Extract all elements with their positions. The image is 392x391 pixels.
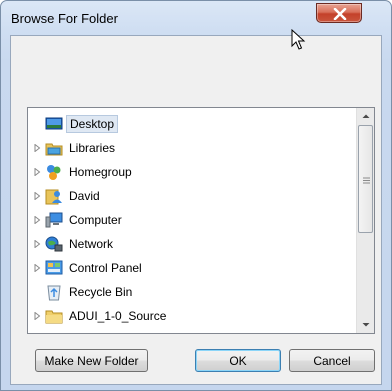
ok-button[interactable]: OK (195, 349, 281, 372)
tree-item-computer[interactable]: Computer (28, 208, 354, 232)
scroll-up-button[interactable] (357, 108, 374, 125)
cancel-button[interactable]: Cancel (289, 349, 375, 372)
expand-arrow-icon[interactable] (34, 264, 41, 272)
vertical-scrollbar[interactable] (356, 108, 374, 333)
mouse-cursor-icon (291, 29, 306, 50)
tree-item-recycle-bin[interactable]: Recycle Bin (28, 280, 354, 304)
expand-arrow-icon[interactable] (34, 168, 41, 176)
expand-arrow-icon[interactable] (34, 240, 41, 248)
make-new-folder-button[interactable]: Make New Folder (35, 349, 148, 372)
expand-arrow-icon[interactable] (34, 192, 41, 200)
tree-item-label: ADUI_1-0_Source (69, 309, 167, 323)
tree-item-desktop[interactable]: Desktop (28, 112, 354, 136)
tree-item-label: Network (69, 237, 114, 251)
tree-item-libraries[interactable]: Libraries (28, 136, 354, 160)
dialog-title: Browse For Folder (11, 11, 118, 26)
tree-item-label: Control Panel (69, 261, 142, 275)
tree-item-network[interactable]: Network (28, 232, 354, 256)
arrow-down-icon (362, 323, 370, 327)
tree-item-david[interactable]: David (28, 184, 354, 208)
expand-arrow-icon[interactable] (34, 144, 41, 152)
tree-item-label: David (69, 189, 100, 203)
tree-item-homegroup[interactable]: Homegroup (28, 160, 354, 184)
grip-icon (363, 177, 370, 184)
desktop-icon (45, 117, 63, 130)
tree-item-label: Desktop (66, 115, 119, 133)
computer-icon (45, 212, 63, 228)
title-bar[interactable]: Browse For Folder (1, 1, 391, 35)
homegroup-icon (47, 165, 61, 180)
folder-tree[interactable]: Desktop Libraries Homegroup David Comput… (27, 107, 375, 334)
browse-for-folder-dialog: Browse For Folder Desktop Libraries Home… (0, 0, 392, 391)
scroll-down-button[interactable] (357, 316, 374, 333)
folder-icon (45, 310, 63, 324)
tree-item-label: Recycle Bin (69, 285, 133, 299)
tree-item-label: Homegroup (69, 165, 132, 179)
control-panel-icon (45, 260, 63, 275)
close-icon (333, 8, 347, 20)
scroll-thumb[interactable] (358, 125, 373, 233)
arrow-up-icon (362, 114, 370, 118)
tree-item-label: Libraries (69, 141, 116, 155)
recycle-bin-icon (47, 285, 61, 301)
expand-arrow-icon[interactable] (34, 312, 41, 320)
tree-item-control-panel[interactable]: Control Panel (28, 256, 354, 280)
libraries-icon (45, 143, 63, 156)
close-button[interactable] (316, 3, 362, 23)
tree-item-label: Computer (69, 213, 122, 227)
expand-arrow-icon[interactable] (34, 216, 41, 224)
tree-item-adui-source[interactable]: ADUI_1-0_Source (28, 304, 354, 328)
network-icon (45, 236, 63, 252)
user-folder-icon (45, 189, 62, 205)
